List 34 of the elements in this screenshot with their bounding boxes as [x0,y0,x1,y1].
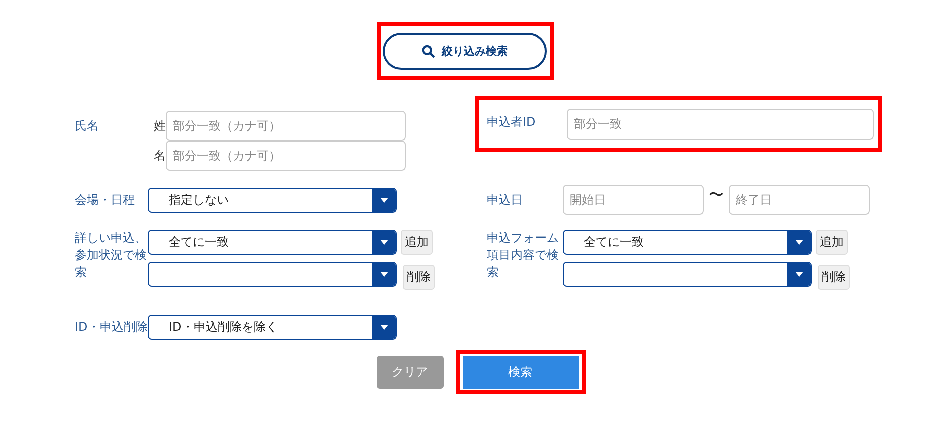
filter-toggle-button[interactable]: 絞り込み検索 [383,32,547,70]
field-label: 申込日 [487,192,524,208]
add-button[interactable]: 追加 [816,230,848,255]
date-field[interactable]: 開始日 [563,185,704,215]
add-button[interactable]: 追加 [401,230,433,255]
field-label: 姓 [153,118,166,134]
search-button[interactable]: 検索 [462,356,578,388]
search-icon [422,44,435,58]
dropdown-arrow-icon [787,263,811,286]
dropdown-arrow-icon [372,231,396,254]
field-label: 申込フォーム項目内容で検索 [487,230,560,281]
dropdown-arrow-icon [372,316,396,339]
field-label: 申込者ID [487,114,537,130]
date-field[interactable]: 終了日 [729,185,870,215]
dropdown[interactable]: 全てに一致 [148,230,397,255]
field-label: 会場・日程 [75,192,136,208]
field-label: ID・申込削除 [75,319,148,336]
field-label: 名 [153,148,166,164]
input-field[interactable]: 部分一致（カナ可） [166,111,406,141]
dropdown[interactable]: 全てに一致 [563,230,812,255]
dropdown-arrow-icon [787,231,811,254]
dropdown[interactable]: ID・申込削除を除く [148,315,397,340]
remove-button[interactable]: 削除 [818,265,850,290]
dropdown[interactable] [563,262,812,287]
dropdown[interactable]: 指定しない [148,188,397,212]
field-label: 氏名 [75,118,100,135]
dropdown-arrow-icon [372,188,396,212]
input-field[interactable]: 部分一致 [567,108,874,140]
dropdown-arrow-icon [372,263,396,286]
remove-button[interactable]: 削除 [403,265,435,290]
field-label: 詳しい申込、参加状況で検索 [75,230,148,281]
input-field[interactable]: 部分一致（カナ可） [166,141,406,171]
dropdown[interactable] [148,262,397,287]
range-separator: 〜 [708,186,725,204]
